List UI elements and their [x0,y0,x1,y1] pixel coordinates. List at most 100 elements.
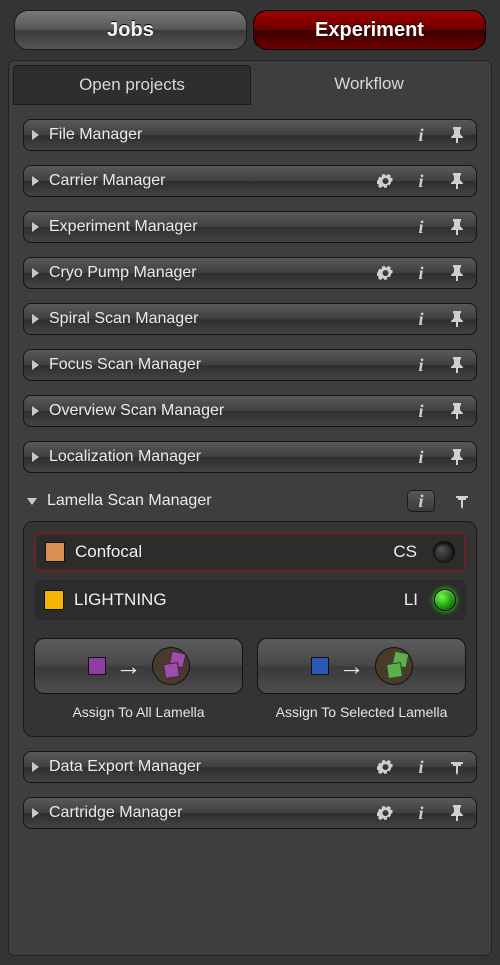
section-title: Focus Scan Manager [49,356,412,374]
section-title: Lamella Scan Manager [47,492,407,510]
panel-content: File Manager i Carrier Manager i [13,115,487,833]
expand-icon [32,314,39,324]
expand-icon [32,176,39,186]
tab-jobs[interactable]: Jobs [14,10,247,50]
color-swatch [44,590,64,610]
gear-icon[interactable] [376,264,394,282]
expand-icon [32,762,39,772]
section-lamella-scan-manager-group: Lamella Scan Manager i Confocal CS [23,487,477,737]
sub-tab-bar: Open projects Workflow [13,65,487,105]
section-file-manager[interactable]: File Manager i [23,119,477,151]
section-title: File Manager [49,126,412,144]
assign-all-col: → Assign To All Lamella [34,638,243,720]
section-header-icons: i [376,758,468,776]
info-icon[interactable]: i [412,172,430,190]
top-tab-bar: Jobs Experiment [14,10,486,50]
pin-icon[interactable] [448,126,466,144]
assign-to-all-lamella-button[interactable]: → [34,638,243,694]
mini-square-icon [311,657,329,675]
section-cryo-pump-manager[interactable]: Cryo Pump Manager i [23,257,477,289]
expand-icon [32,360,39,370]
pin-icon[interactable] [448,402,466,420]
info-icon[interactable]: i [412,218,430,236]
status-led-on[interactable] [434,589,456,611]
mode-lightning[interactable]: LIGHTNING LI [34,580,466,620]
section-header-icons: i [412,218,468,236]
info-icon[interactable]: i [412,264,430,282]
gear-icon[interactable] [376,172,394,190]
section-title: Overview Scan Manager [49,402,412,420]
mode-label: Confocal [75,542,383,562]
mode-code: CS [393,542,417,562]
info-icon[interactable]: i [412,310,430,328]
expand-icon [32,452,39,462]
panel-frame: Open projects Workflow File Manager i [8,60,492,956]
section-title: Experiment Manager [49,218,412,236]
mode-confocal[interactable]: Confocal CS [34,532,466,572]
section-experiment-manager[interactable]: Experiment Manager i [23,211,477,243]
assign-all-label: Assign To All Lamella [72,704,204,720]
tab-jobs-label: Jobs [107,19,154,42]
gear-icon[interactable] [376,758,394,776]
section-header-icons: i [376,172,468,190]
info-icon[interactable]: i [412,758,430,776]
pinned-icon[interactable] [453,492,471,510]
sub-tab-workflow[interactable]: Workflow [251,65,487,103]
pin-icon[interactable] [448,356,466,374]
assign-to-selected-lamella-button[interactable]: → [257,638,466,694]
section-header-icons: i [412,402,468,420]
assign-selected-col: → Assign To Selected Lamella [257,638,466,720]
lamella-body: Confocal CS LIGHTNING LI [23,521,477,737]
pin-icon[interactable] [448,172,466,190]
lamella-disc-icon [152,647,190,685]
info-icon[interactable]: i [412,126,430,144]
section-overview-scan-manager[interactable]: Overview Scan Manager i [23,395,477,427]
section-spiral-scan-manager[interactable]: Spiral Scan Manager i [23,303,477,335]
info-icon[interactable]: i [412,402,430,420]
mode-label: LIGHTNING [74,590,394,610]
section-title: Cartridge Manager [49,804,376,822]
gear-icon[interactable] [376,804,394,822]
expand-icon [32,406,39,416]
section-header-icons: i [412,448,468,466]
pin-icon[interactable] [448,218,466,236]
mini-square-icon [88,657,106,675]
section-lamella-scan-manager[interactable]: Lamella Scan Manager i [23,487,477,515]
section-data-export-manager[interactable]: Data Export Manager i [23,751,477,783]
section-cartridge-manager[interactable]: Cartridge Manager i [23,797,477,829]
section-header-icons: i [412,356,468,374]
info-icon[interactable]: i [407,490,435,512]
mode-code: LI [404,590,418,610]
collapse-icon [27,498,37,505]
lamella-disc-icon [375,647,413,685]
section-title: Carrier Manager [49,172,376,190]
expand-icon [32,222,39,232]
pin-icon[interactable] [448,804,466,822]
assign-row: → Assign To All Lamella → Assign T [34,638,466,720]
tab-experiment-label: Experiment [315,19,424,42]
status-led-off[interactable] [433,541,455,563]
sub-tab-open-projects-label: Open projects [79,75,185,95]
info-icon[interactable]: i [412,804,430,822]
sub-tab-workflow-label: Workflow [334,74,404,94]
pin-icon[interactable] [448,448,466,466]
pinned-icon[interactable] [448,758,466,776]
section-focus-scan-manager[interactable]: Focus Scan Manager i [23,349,477,381]
sub-tab-open-projects[interactable]: Open projects [13,65,251,105]
experiment-panel-root: Jobs Experiment Open projects Workflow F… [0,0,500,965]
pin-icon[interactable] [448,264,466,282]
info-icon[interactable]: i [412,448,430,466]
expand-icon [32,130,39,140]
tab-experiment[interactable]: Experiment [253,10,486,50]
info-icon[interactable]: i [412,356,430,374]
section-header-icons: i [412,126,468,144]
section-header-icons: i [412,310,468,328]
section-localization-manager[interactable]: Localization Manager i [23,441,477,473]
section-carrier-manager[interactable]: Carrier Manager i [23,165,477,197]
section-title: Data Export Manager [49,758,376,776]
section-header-icons: i [376,264,468,282]
section-title: Spiral Scan Manager [49,310,412,328]
color-swatch [45,542,65,562]
pin-icon[interactable] [448,310,466,328]
section-title: Cryo Pump Manager [49,264,376,282]
